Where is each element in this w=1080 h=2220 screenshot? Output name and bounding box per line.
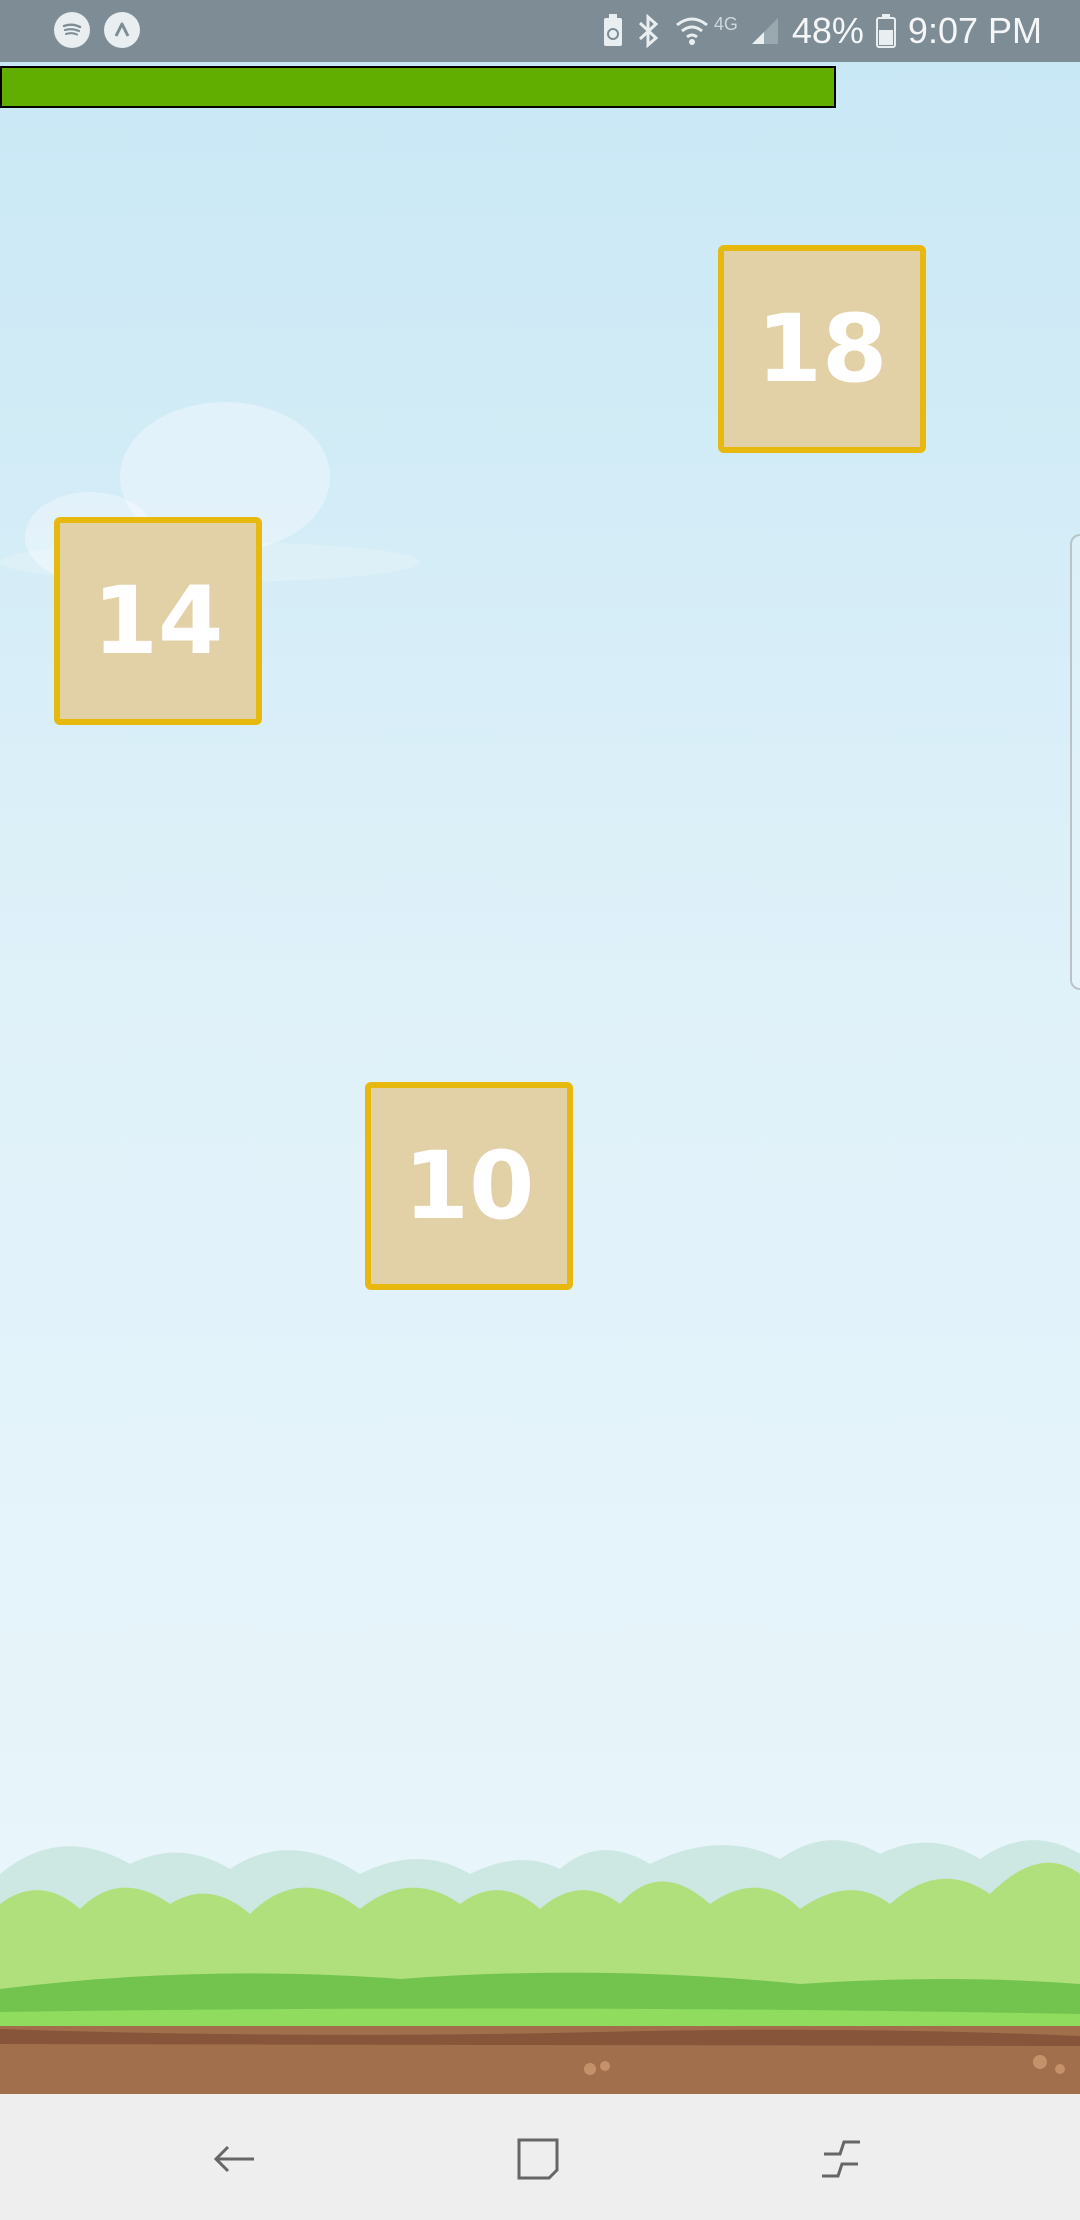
progress-fill — [0, 66, 836, 108]
battery-saver-icon — [602, 14, 624, 48]
grass-ground-scenery — [0, 1840, 1080, 2094]
status-right-icons: 4G 48% 9:07 PM — [602, 0, 1042, 62]
home-icon[interactable] — [806, 2124, 876, 2194]
signal-icon — [750, 16, 780, 46]
edge-panel-handle[interactable] — [1070, 534, 1080, 990]
wifi-icon — [674, 15, 710, 47]
arrow-up-app-icon — [104, 12, 140, 48]
battery-icon — [875, 14, 896, 48]
number-tile[interactable]: 18 — [718, 245, 926, 453]
clock: 9:07 PM — [907, 10, 1042, 51]
back-icon[interactable] — [200, 2124, 270, 2194]
network-type-label: 4G — [713, 13, 738, 34]
battery-percent: 48% — [791, 10, 864, 51]
status-bar: 4G 48% 9:07 PM — [0, 0, 1080, 62]
navigation-bar — [0, 2094, 1080, 2220]
recents-icon[interactable] — [503, 2124, 573, 2194]
progress-bar — [0, 66, 1080, 108]
bluetooth-icon — [636, 14, 662, 48]
spotify-icon — [54, 12, 90, 48]
game-area[interactable]: 18 14 10 — [0, 62, 1080, 2094]
number-tile[interactable]: 14 — [54, 517, 262, 725]
status-left-icons — [54, 12, 140, 48]
number-tile[interactable]: 10 — [365, 1082, 573, 1290]
